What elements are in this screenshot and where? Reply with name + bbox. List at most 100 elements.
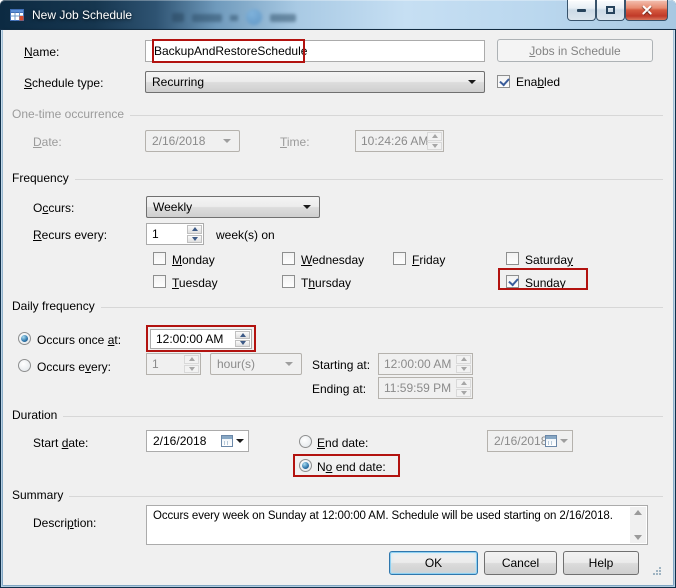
occurs-once-time-value: 12:00:00 AM (156, 332, 224, 346)
schedule-type-value: Recurring (152, 75, 205, 89)
group-divider (74, 178, 663, 180)
occurs-label: Occurs: (33, 201, 75, 215)
occurs-every-unit-combo: hour(s) (210, 353, 302, 375)
radio-occurs-every[interactable] (18, 359, 31, 372)
arrow-down-icon (188, 366, 195, 371)
sunday-label[interactable]: Sunday (525, 276, 566, 290)
chevron-down-icon (223, 139, 231, 143)
monday-label[interactable]: Monday (172, 253, 215, 267)
description-scrollbar[interactable] (630, 507, 646, 543)
enabled-label[interactable]: Enabled (516, 75, 560, 89)
description-box[interactable]: Occurs every week on Sunday at 12:00:00 … (146, 505, 648, 545)
occurs-value: Weekly (153, 200, 193, 214)
occurs-every-spinner: 1 (146, 353, 201, 375)
watermark-blob (230, 15, 238, 21)
scroll-up-icon[interactable] (634, 510, 642, 515)
starting-at-label: Starting at: (312, 358, 371, 372)
group-frequency: Frequency (12, 171, 663, 185)
one-time-date-combo: 2/16/2018 (145, 130, 240, 152)
watermark-blob (172, 13, 184, 22)
schedule-type-combo[interactable]: Recurring (145, 71, 485, 93)
start-date-value: 2/16/2018 (153, 434, 207, 448)
schedule-grid-icon (10, 9, 24, 21)
arrow-up-icon (431, 134, 438, 139)
radio-occurs-once[interactable] (18, 332, 31, 345)
radio-no-end-date[interactable] (299, 459, 312, 472)
occurs-once-label[interactable]: Occurs once at: (37, 333, 121, 347)
no-end-date-label[interactable]: No end date: (317, 460, 386, 474)
arrow-down-icon (239, 341, 246, 346)
checkbox-monday[interactable] (153, 252, 166, 265)
checkbox-tuesday[interactable] (153, 275, 166, 288)
minimize-button[interactable] (567, 0, 596, 21)
one-time-time-value: 10:24:26 AM (361, 134, 429, 148)
maximize-button[interactable] (596, 0, 625, 21)
group-title: Duration (12, 408, 58, 422)
radio-end-date[interactable] (299, 435, 312, 448)
calendar-icon (221, 435, 233, 447)
recurs-every-spinner[interactable]: 1 (146, 223, 204, 245)
end-date-picker: 2/16/2018 (487, 430, 573, 452)
close-button[interactable] (625, 0, 668, 21)
window-title: New Job Schedule (32, 8, 133, 22)
wednesday-label[interactable]: Wednesday (301, 253, 364, 267)
chevron-down-icon (468, 80, 476, 84)
checkbox-saturday[interactable] (506, 252, 519, 265)
scroll-down-icon[interactable] (634, 535, 642, 540)
occurs-every-label[interactable]: Occurs every: (37, 360, 111, 374)
group-divider (130, 114, 663, 116)
description-label: Description: (33, 516, 97, 530)
description-text: Occurs every week on Sunday at 12:00:00 … (153, 510, 613, 522)
checkbox-sunday[interactable] (506, 275, 519, 288)
dialog-client-area: Name: Jobs in Schedule Schedule type: Re… (3, 30, 673, 585)
close-icon (641, 4, 653, 16)
one-time-time-spinner: 10:24:26 AM (355, 130, 444, 152)
occurs-every-unit: hour(s) (217, 357, 256, 371)
chevron-down-icon (285, 362, 293, 366)
checkbox-thursday[interactable] (282, 275, 295, 288)
help-button[interactable]: Help (563, 551, 639, 575)
group-divider (69, 495, 663, 497)
starting-at-value: 12:00:00 AM (384, 357, 452, 371)
watermark-blob (192, 14, 222, 22)
occurs-combo[interactable]: Weekly (146, 196, 320, 218)
arrow-up-icon (460, 357, 467, 362)
ending-at-value: 11:59:59 PM (384, 381, 452, 395)
arrow-down-icon (431, 143, 438, 148)
chevron-down-icon (303, 205, 311, 209)
one-time-date-value: 2/16/2018 (152, 134, 206, 148)
titlebar-watermark (172, 8, 322, 26)
name-input[interactable] (145, 40, 485, 62)
starting-at-spinner: 12:00:00 AM (378, 353, 473, 375)
titlebar[interactable]: New Job Schedule (0, 0, 676, 30)
group-title: Frequency (12, 171, 69, 185)
enabled-checkbox[interactable] (497, 75, 510, 88)
start-date-label: Start date: (33, 436, 89, 450)
end-date-value: 2/16/2018 (494, 434, 548, 448)
thursday-label[interactable]: Thursday (301, 276, 351, 290)
group-one-time-occurrence: One-time occurrence (12, 107, 663, 121)
calendar-icon (545, 435, 557, 447)
group-divider (100, 306, 663, 308)
group-title: Summary (12, 488, 64, 502)
friday-label[interactable]: Friday (412, 253, 445, 267)
start-date-picker[interactable]: 2/16/2018 (146, 430, 249, 452)
cancel-button[interactable]: Cancel (484, 551, 557, 575)
arrow-down-icon (460, 366, 467, 371)
occurs-every-value: 1 (152, 357, 159, 371)
occurs-once-time-spinner[interactable]: 12:00:00 AM (150, 329, 252, 349)
ending-at-spinner: 11:59:59 PM (378, 377, 473, 399)
ok-button[interactable]: OK (389, 551, 478, 575)
saturday-label[interactable]: Saturday (525, 253, 573, 267)
checkbox-friday[interactable] (393, 252, 406, 265)
watermark-blob (246, 9, 262, 25)
group-daily-frequency: Daily frequency (12, 299, 663, 313)
arrow-up-icon (191, 227, 198, 232)
resize-grip-icon[interactable] (653, 567, 655, 569)
tuesday-label[interactable]: Tuesday (172, 276, 218, 290)
group-title: One-time occurrence (12, 107, 125, 121)
end-date-label[interactable]: End date: (317, 436, 368, 450)
checkbox-wednesday[interactable] (282, 252, 295, 265)
maximize-icon (606, 6, 615, 14)
minimize-icon (577, 8, 586, 12)
